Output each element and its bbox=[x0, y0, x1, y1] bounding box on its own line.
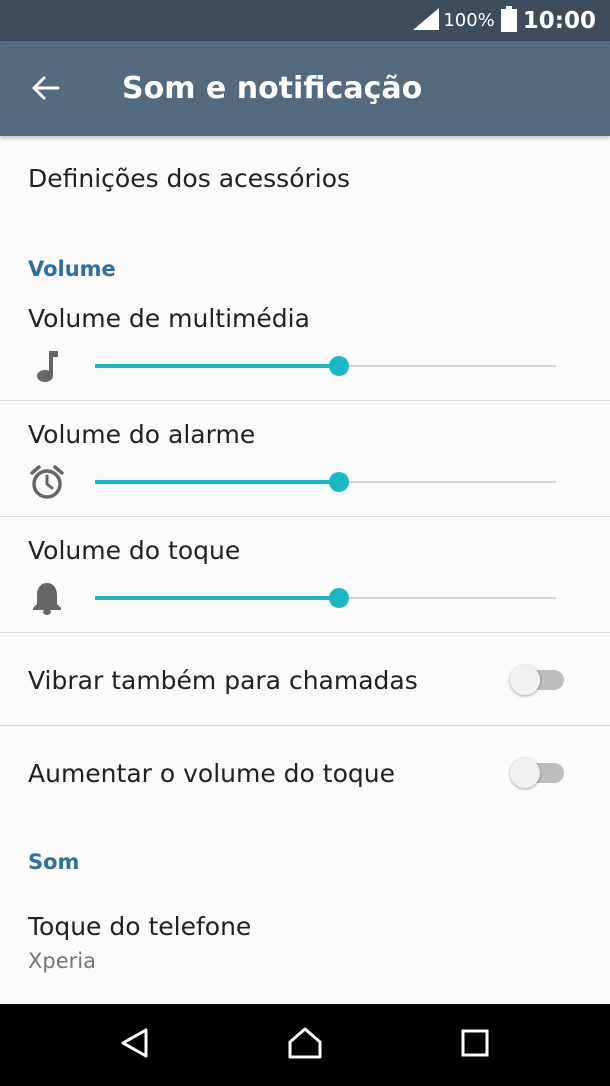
nav-home-button[interactable] bbox=[281, 1021, 329, 1069]
increasing-ring-toggle[interactable] bbox=[510, 758, 566, 788]
toggle-thumb bbox=[510, 665, 540, 695]
slider-fill bbox=[95, 596, 340, 600]
media-volume-label: Volume de multimédia bbox=[28, 304, 310, 333]
ring-volume-slider[interactable] bbox=[95, 588, 556, 608]
alarm-volume-slider[interactable] bbox=[95, 472, 556, 492]
section-header-sound: Som bbox=[28, 850, 80, 874]
music-note-icon bbox=[28, 347, 66, 385]
vibrate-calls-toggle[interactable] bbox=[510, 665, 566, 695]
ringtone-value: Xperia bbox=[28, 949, 96, 973]
slider-fill bbox=[95, 480, 340, 484]
divider bbox=[0, 725, 610, 726]
back-triangle-icon bbox=[119, 1027, 151, 1063]
nav-back-button[interactable] bbox=[111, 1021, 159, 1069]
status-bar: 100% 10:00 bbox=[0, 0, 610, 41]
back-button[interactable] bbox=[22, 66, 70, 114]
toggle-thumb bbox=[510, 758, 540, 788]
bell-icon bbox=[28, 579, 66, 617]
recents-icon bbox=[461, 1029, 489, 1061]
battery-icon bbox=[500, 5, 517, 36]
app-bar: Som e notificação bbox=[0, 41, 610, 136]
divider bbox=[0, 400, 610, 401]
vibrate-calls-label: Vibrar também para chamadas bbox=[28, 666, 418, 695]
section-header-volume: Volume bbox=[28, 257, 116, 281]
ringtone-label: Toque do telefone bbox=[28, 912, 252, 941]
nav-recents-button[interactable] bbox=[451, 1021, 499, 1069]
media-volume-slider[interactable] bbox=[95, 356, 556, 376]
slider-thumb[interactable] bbox=[329, 472, 350, 492]
slider-fill bbox=[95, 364, 340, 368]
navigation-bar bbox=[0, 1004, 610, 1086]
slider-thumb[interactable] bbox=[329, 356, 350, 376]
signal-icon bbox=[413, 7, 440, 34]
battery-percent: 100% bbox=[443, 10, 495, 31]
slider-thumb[interactable] bbox=[329, 588, 350, 608]
accessories-settings-item[interactable]: Definições dos acessórios bbox=[28, 164, 350, 193]
ring-volume-label: Volume do toque bbox=[28, 536, 241, 565]
home-icon bbox=[287, 1026, 323, 1064]
increasing-ring-label: Aumentar o volume do toque bbox=[28, 759, 395, 788]
alarm-volume-label: Volume do alarme bbox=[28, 420, 256, 449]
arrow-left-icon bbox=[32, 76, 60, 104]
page-title: Som e notificação bbox=[122, 71, 423, 106]
divider bbox=[0, 632, 610, 633]
status-time: 10:00 bbox=[522, 7, 596, 34]
divider bbox=[0, 516, 610, 517]
alarm-clock-icon bbox=[28, 463, 66, 501]
status-icons: 100% 10:00 bbox=[413, 0, 596, 41]
